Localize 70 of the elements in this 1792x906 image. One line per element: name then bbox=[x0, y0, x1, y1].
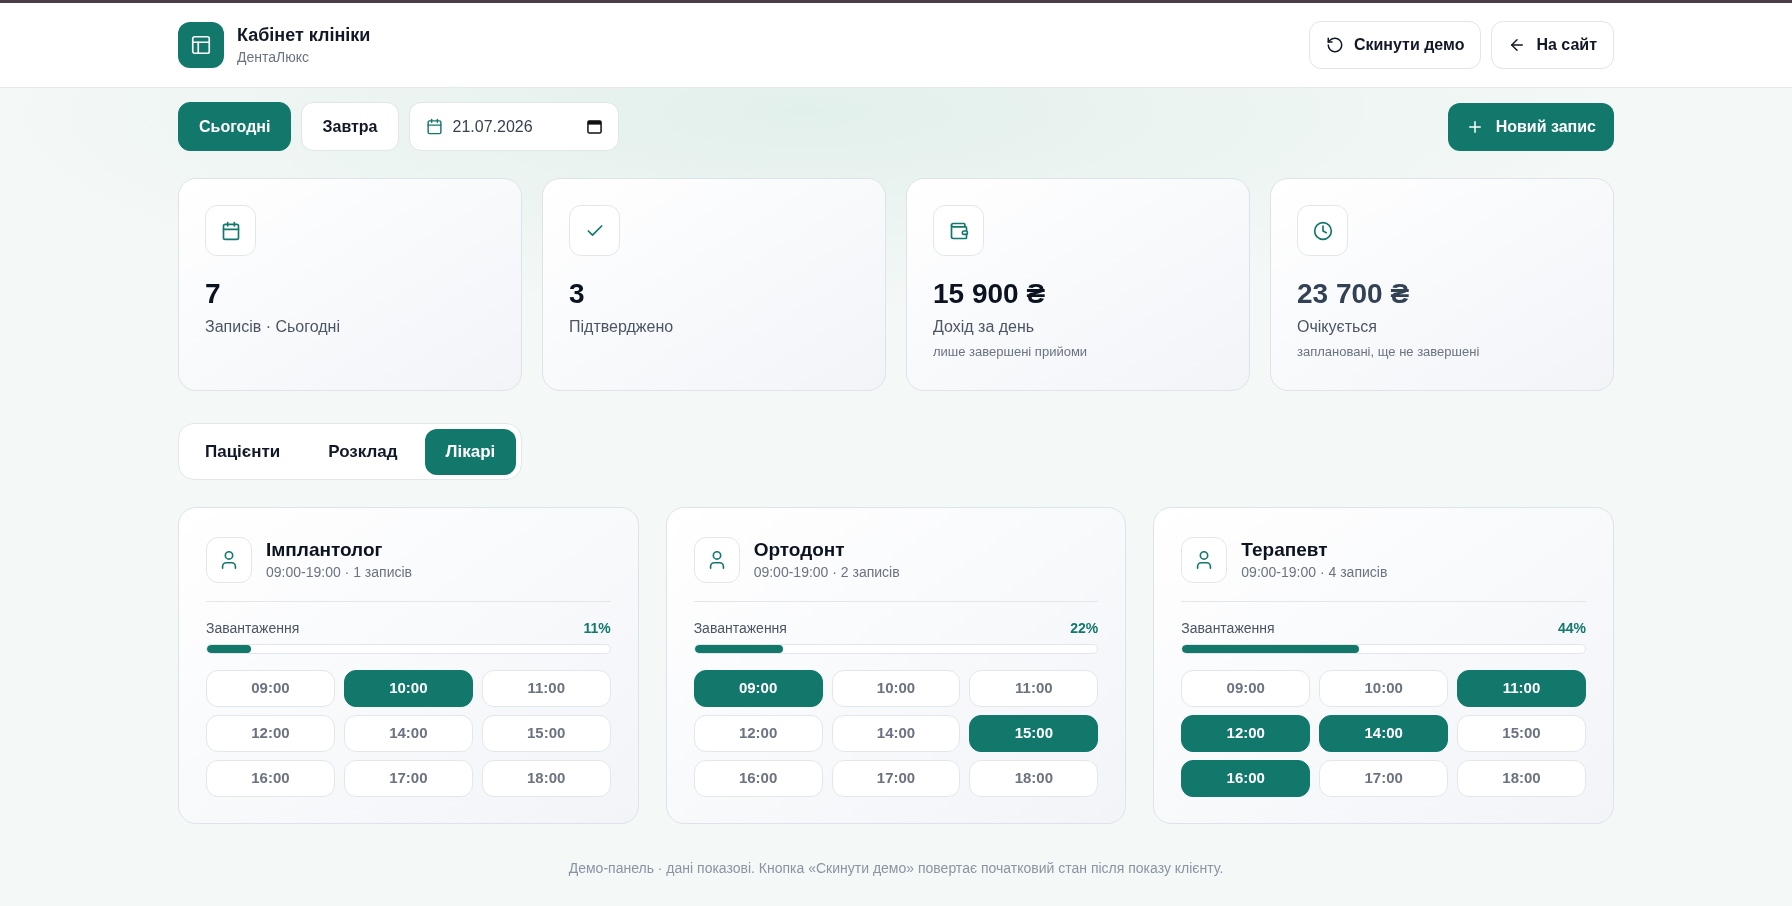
stat-value: 15 900 ₴ bbox=[933, 277, 1046, 311]
time-slot[interactable]: 15:00 bbox=[1457, 715, 1586, 752]
doctor-name: Терапевт bbox=[1241, 538, 1329, 562]
doctor-name: Імплантолог bbox=[266, 538, 384, 562]
tab[interactable]: Лікарі bbox=[424, 428, 517, 475]
load-label: Завантаження bbox=[693, 619, 787, 638]
day-button[interactable]: Сьогодні bbox=[178, 102, 292, 151]
doctor-schedule: 09:00-19:00 · 4 записів bbox=[1241, 563, 1388, 582]
time-slot[interactable]: 18:00 bbox=[481, 760, 611, 797]
user-icon bbox=[693, 537, 740, 583]
clock-icon bbox=[1297, 205, 1348, 256]
time-slot[interactable]: 09:00 bbox=[1181, 670, 1311, 707]
doctor-schedule: 09:00-19:00 · 1 записів bbox=[266, 563, 412, 582]
clinic-name: ДентаЛюкс bbox=[237, 48, 310, 67]
stat-value: 7 bbox=[205, 277, 221, 311]
stat-label: Очікується bbox=[1297, 317, 1377, 337]
time-slot[interactable]: 09:00 bbox=[693, 670, 823, 707]
rotate-ccw-icon bbox=[1325, 36, 1344, 54]
load-percent: 44% bbox=[1557, 619, 1586, 638]
time-slot[interactable]: 16:00 bbox=[1181, 760, 1311, 797]
load-label: Завантаження bbox=[206, 619, 300, 638]
reset-demo-button[interactable]: Скинути демо bbox=[1308, 21, 1482, 69]
app-title: Кабінет клініки bbox=[237, 24, 371, 47]
stat-label: Підтверджено bbox=[569, 317, 674, 337]
new-appointment-button[interactable]: Новий запис bbox=[1447, 102, 1614, 151]
time-slot[interactable]: 11:00 bbox=[969, 670, 1099, 707]
time-slot[interactable]: 14:00 bbox=[831, 715, 961, 752]
time-slot[interactable]: 15:00 bbox=[969, 715, 1099, 752]
footer-note: Демо-панель · дані показові. Кнопка «Скинути демо» повертає початковий стан після показу клієнту. bbox=[567, 859, 1225, 878]
user-icon bbox=[1181, 537, 1228, 583]
stat-label: Дохід за день bbox=[933, 317, 1035, 337]
stat-value: 23 700 ₴ bbox=[1297, 277, 1410, 311]
stat-note: лише завершені прийоми bbox=[933, 343, 1088, 361]
back-to-site-button[interactable]: На сайт bbox=[1491, 21, 1614, 69]
load-label: Завантаження bbox=[1181, 619, 1275, 638]
calendar-icon bbox=[205, 205, 256, 256]
time-slot[interactable]: 11:00 bbox=[1457, 670, 1586, 707]
time-slot[interactable]: 12:00 bbox=[1181, 715, 1311, 752]
time-slot[interactable]: 12:00 bbox=[206, 715, 335, 752]
time-slot[interactable]: 18:00 bbox=[1457, 760, 1586, 797]
time-slot[interactable]: 16:00 bbox=[206, 760, 335, 797]
stat-note: заплановані, ще не завершені bbox=[1297, 343, 1480, 361]
time-slot[interactable]: 14:00 bbox=[1319, 715, 1449, 752]
load-percent: 22% bbox=[1070, 619, 1099, 638]
time-slot[interactable]: 18:00 bbox=[969, 760, 1099, 797]
time-slot[interactable]: 17:00 bbox=[1319, 760, 1449, 797]
day-button[interactable]: Завтра bbox=[301, 102, 399, 151]
stat-label: Записів · Сьогодні bbox=[205, 317, 340, 337]
time-slot[interactable]: 12:00 bbox=[693, 715, 823, 752]
date-field[interactable]: 21.07.2026 bbox=[408, 102, 619, 151]
check-icon bbox=[569, 205, 620, 256]
time-slot[interactable]: 09:00 bbox=[206, 670, 335, 707]
time-slot[interactable]: 10:00 bbox=[831, 670, 961, 707]
time-slot[interactable]: 15:00 bbox=[481, 715, 611, 752]
time-slot[interactable]: 16:00 bbox=[693, 760, 823, 797]
layout-icon bbox=[178, 22, 224, 68]
stat-value: 3 bbox=[569, 277, 585, 311]
doctor-name: Ортодонт bbox=[753, 538, 846, 562]
calendar-icon[interactable] bbox=[586, 119, 602, 134]
calendar-icon bbox=[425, 118, 443, 135]
time-slot[interactable]: 14:00 bbox=[343, 715, 473, 752]
time-slot[interactable]: 17:00 bbox=[343, 760, 473, 797]
wallet-icon bbox=[933, 205, 984, 256]
time-slot[interactable]: 17:00 bbox=[831, 760, 961, 797]
user-icon bbox=[206, 537, 252, 583]
doctor-schedule: 09:00-19:00 · 2 записів bbox=[753, 563, 900, 582]
time-slot[interactable]: 10:00 bbox=[343, 670, 473, 707]
time-slot[interactable]: 10:00 bbox=[1319, 670, 1449, 707]
time-slot[interactable]: 11:00 bbox=[481, 670, 611, 707]
load-percent: 11% bbox=[583, 619, 611, 638]
